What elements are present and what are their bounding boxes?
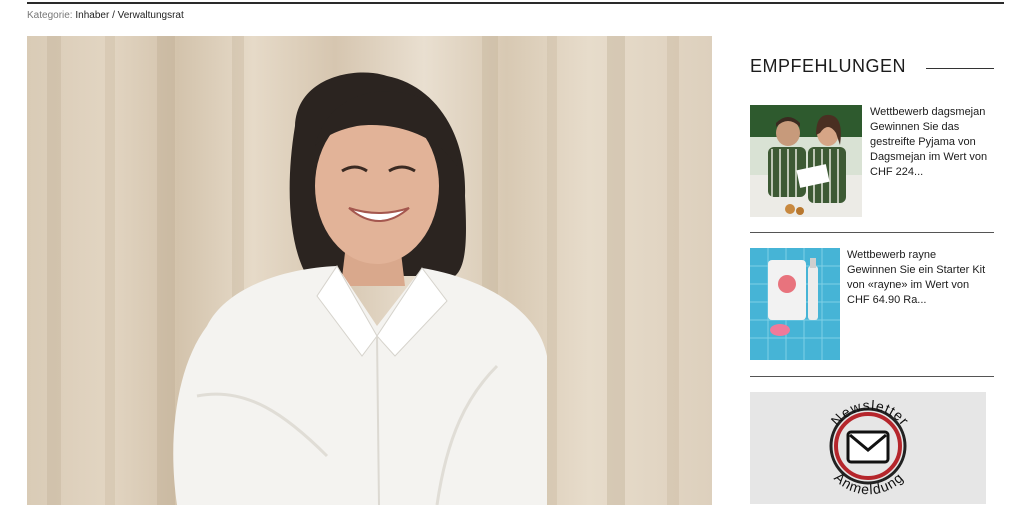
recommendation-divider bbox=[750, 232, 994, 233]
recommendations-header: EMPFEHLUNGEN bbox=[750, 56, 994, 80]
recommendation-kicker[interactable]: Wettbewerb rayne bbox=[847, 248, 994, 263]
recommendations-title: EMPFEHLUNGEN bbox=[750, 56, 907, 76]
recommendation-description[interactable]: Gewinnen Sie ein Starter Kit von «rayne»… bbox=[847, 263, 994, 308]
recommendation-divider bbox=[750, 376, 994, 377]
recommendation-text[interactable]: Wettbewerb rayne Gewinnen Sie ein Starte… bbox=[847, 248, 994, 308]
category-link[interactable]: Inhaber / Verwaltungsrat bbox=[75, 10, 183, 21]
recommendation-text[interactable]: Wettbewerb dagsmejan Gewinnen Sie das ge… bbox=[870, 105, 994, 180]
newsletter-top-text: Newsletter bbox=[828, 397, 912, 429]
recommendation-description[interactable]: Gewinnen Sie das gestreifte Pyjama von D… bbox=[870, 120, 994, 180]
recommendation-thumbnail[interactable] bbox=[750, 105, 862, 217]
header-rule bbox=[926, 68, 994, 69]
newsletter-bottom-text: Anmeldung bbox=[831, 469, 905, 497]
category-label: Kategorie: bbox=[27, 10, 73, 21]
recommendation-kicker[interactable]: Wettbewerb dagsmejan bbox=[870, 105, 994, 120]
mail-icon bbox=[846, 430, 890, 464]
newsletter-signup-banner[interactable]: Newsletter Anmeldung bbox=[750, 392, 986, 504]
recommendation-thumbnail[interactable] bbox=[750, 248, 840, 360]
svg-text:Newsletter: Newsletter bbox=[828, 397, 913, 429]
recommendation-item[interactable]: Wettbewerb rayne Gewinnen Sie ein Starte… bbox=[750, 248, 994, 360]
recommendation-item[interactable]: Wettbewerb dagsmejan Gewinnen Sie das ge… bbox=[750, 105, 994, 217]
category-line: Kategorie: Inhaber / Verwaltungsrat bbox=[27, 10, 184, 21]
svg-text:Anmeldung: Anmeldung bbox=[831, 469, 906, 497]
hero-portrait-image bbox=[27, 36, 712, 505]
top-divider bbox=[27, 2, 1004, 4]
